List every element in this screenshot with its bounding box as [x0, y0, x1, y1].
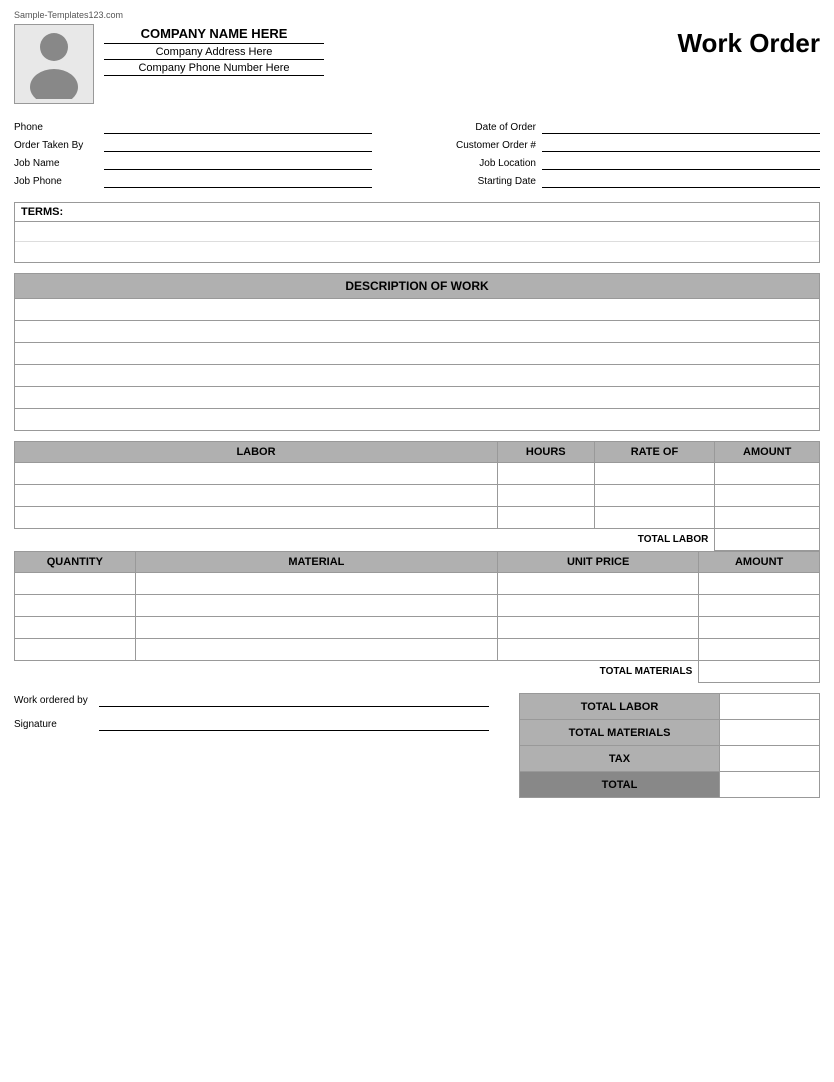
description-of-work-section: DESCRIPTION OF WORK [14, 273, 820, 431]
total-materials-value[interactable] [720, 720, 820, 746]
order-taken-by-field[interactable] [104, 138, 372, 152]
avatar [14, 24, 94, 104]
totals-table: TOTAL LABOR TOTAL MATERIALS TAX TOTAL [519, 693, 820, 798]
materials-total-label: TOTAL MATERIALS [498, 661, 699, 683]
phone-label: Phone [14, 122, 104, 133]
company-info: COMPANY NAME HERE Company Address Here C… [104, 24, 324, 76]
order-fields: Phone Date of Order Order Taken By Custo… [14, 120, 820, 188]
tax-label: TAX [520, 746, 720, 772]
page-title: Work Order [677, 24, 820, 59]
terms-row-1[interactable] [15, 222, 819, 242]
work-ordered-section: Work ordered by Signature [14, 693, 519, 741]
page-header: COMPANY NAME HERE Company Address Here C… [14, 24, 820, 104]
grand-total-value[interactable] [720, 772, 820, 798]
description-header: DESCRIPTION OF WORK [14, 273, 820, 298]
totals-section: TOTAL LABOR TOTAL MATERIALS TAX TOTAL [519, 693, 820, 798]
grand-total-label: TOTAL [520, 772, 720, 798]
table-row[interactable] [15, 365, 820, 387]
material-row-4[interactable] [15, 639, 820, 661]
table-row[interactable] [15, 409, 820, 431]
materials-total-row: TOTAL MATERIALS [15, 661, 820, 683]
tax-row: TAX [520, 746, 820, 772]
signature-field[interactable] [99, 717, 489, 731]
signature-label: Signature [14, 719, 99, 730]
material-row-1[interactable] [15, 573, 820, 595]
total-labor-value[interactable] [720, 694, 820, 720]
labor-amount-col-header: AMOUNT [715, 442, 820, 463]
labor-table: LABOR HOURS RATE OF AMOUNT TOTAL LABOR [14, 441, 820, 551]
company-name: COMPANY NAME HERE [104, 26, 324, 44]
job-location-label: Job Location [422, 158, 542, 169]
starting-date-label: Starting Date [422, 176, 542, 187]
table-row[interactable] [15, 343, 820, 365]
labor-col-header: LABOR [15, 442, 498, 463]
table-row[interactable] [15, 299, 820, 321]
order-taken-by-label: Order Taken By [14, 140, 104, 151]
company-section: COMPANY NAME HERE Company Address Here C… [14, 24, 324, 104]
work-ordered-field[interactable] [99, 693, 489, 707]
description-table [14, 298, 820, 431]
work-ordered-label: Work ordered by [14, 695, 99, 706]
terms-row-2[interactable] [15, 242, 819, 262]
watermark: Sample-Templates123.com [14, 10, 820, 20]
terms-label: TERMS: [15, 203, 819, 222]
materials-total-value[interactable] [699, 661, 820, 683]
total-materials-row: TOTAL MATERIALS [520, 720, 820, 746]
labor-total-label: TOTAL LABOR [594, 529, 715, 551]
date-of-order-field[interactable] [542, 120, 820, 134]
rate-col-header: RATE OF [594, 442, 715, 463]
labor-row-1[interactable] [15, 463, 820, 485]
grand-total-row: TOTAL [520, 772, 820, 798]
job-location-field[interactable] [542, 156, 820, 170]
table-row[interactable] [15, 387, 820, 409]
customer-order-field[interactable] [542, 138, 820, 152]
table-row[interactable] [15, 321, 820, 343]
labor-section: LABOR HOURS RATE OF AMOUNT TOTAL LABOR [14, 441, 820, 551]
quantity-col-header: QUANTITY [15, 552, 136, 573]
labor-row-3[interactable] [15, 507, 820, 529]
date-of-order-label: Date of Order [422, 122, 542, 133]
total-labor-label: TOTAL LABOR [520, 694, 720, 720]
terms-section: TERMS: [14, 202, 820, 263]
material-col-header: MATERIAL [135, 552, 497, 573]
labor-total-row: TOTAL LABOR [15, 529, 820, 551]
material-row-3[interactable] [15, 617, 820, 639]
total-materials-label: TOTAL MATERIALS [520, 720, 720, 746]
company-phone: Company Phone Number Here [104, 62, 324, 76]
company-address: Company Address Here [104, 46, 324, 60]
job-phone-field[interactable] [104, 174, 372, 188]
unit-price-col-header: UNIT PRICE [498, 552, 699, 573]
summary-section: Work ordered by Signature TOTAL LABOR TO… [14, 693, 820, 798]
labor-row-2[interactable] [15, 485, 820, 507]
labor-total-value[interactable] [715, 529, 820, 551]
job-name-label: Job Name [14, 158, 104, 169]
hours-col-header: HOURS [498, 442, 595, 463]
total-labor-row: TOTAL LABOR [520, 694, 820, 720]
materials-table: QUANTITY MATERIAL UNIT PRICE AMOUNT [14, 551, 820, 683]
job-phone-label: Job Phone [14, 176, 104, 187]
tax-value[interactable] [720, 746, 820, 772]
starting-date-field[interactable] [542, 174, 820, 188]
material-row-2[interactable] [15, 595, 820, 617]
customer-order-label: Customer Order # [422, 140, 542, 151]
materials-section: QUANTITY MATERIAL UNIT PRICE AMOUNT [14, 551, 820, 683]
phone-field[interactable] [104, 120, 372, 134]
materials-amount-col-header: AMOUNT [699, 552, 820, 573]
job-name-field[interactable] [104, 156, 372, 170]
